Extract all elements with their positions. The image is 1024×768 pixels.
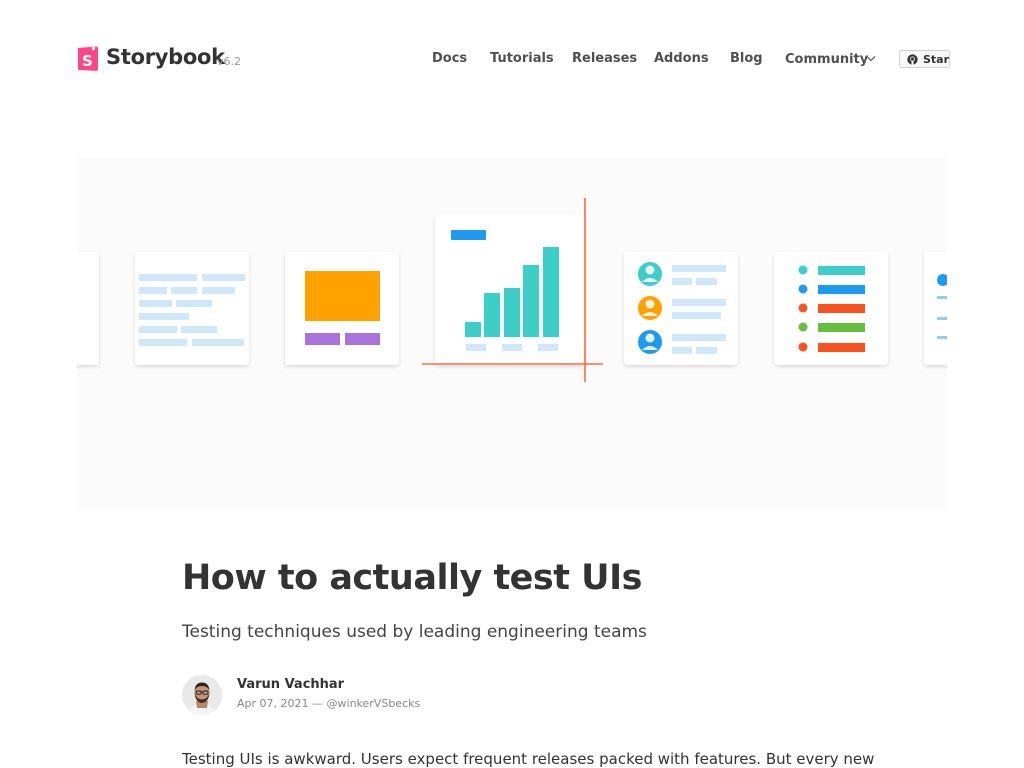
nav-item-addons[interactable]: Addons (654, 51, 709, 66)
author-handle-link[interactable]: @winkerVSbecks (327, 697, 421, 710)
nav-item-community[interactable]: Community (785, 52, 868, 67)
github-icon (907, 54, 918, 65)
hero-illustration (77, 158, 947, 510)
article-title: How to actually test UIs (182, 558, 642, 598)
github-star-button[interactable]: Star (899, 50, 950, 68)
article-body-first-line: Testing UIs is awkward. Users expect fre… (182, 750, 875, 768)
card-media-block (285, 252, 399, 365)
nav-item-tutorials[interactable]: Tutorials (490, 51, 554, 66)
star-label: Star (923, 53, 950, 66)
card-bar-chart-highlighted (422, 198, 603, 382)
card-avatar-list (624, 252, 738, 365)
card-color-list (774, 252, 888, 365)
article-meta: Apr 07, 2021 — @winkerVSbecks (237, 697, 420, 710)
author-name[interactable]: Varun Vachhar (237, 677, 344, 692)
card-partial-right (924, 252, 947, 365)
nav-item-releases[interactable]: Releases (572, 51, 637, 66)
site-header: S Storybook v6.2 Docs Tutorials Releases… (0, 0, 1024, 120)
nav-item-blog[interactable]: Blog (730, 51, 763, 66)
meta-separator: — (312, 697, 324, 710)
card-text-lines (135, 252, 249, 365)
author-avatar[interactable] (182, 675, 222, 715)
chevron-down-icon[interactable] (866, 55, 876, 62)
nav-item-docs[interactable]: Docs (432, 51, 467, 66)
publish-date: Apr 07, 2021 (237, 697, 309, 710)
card-partial-left (77, 252, 99, 365)
article-subtitle: Testing techniques used by leading engin… (182, 622, 647, 642)
